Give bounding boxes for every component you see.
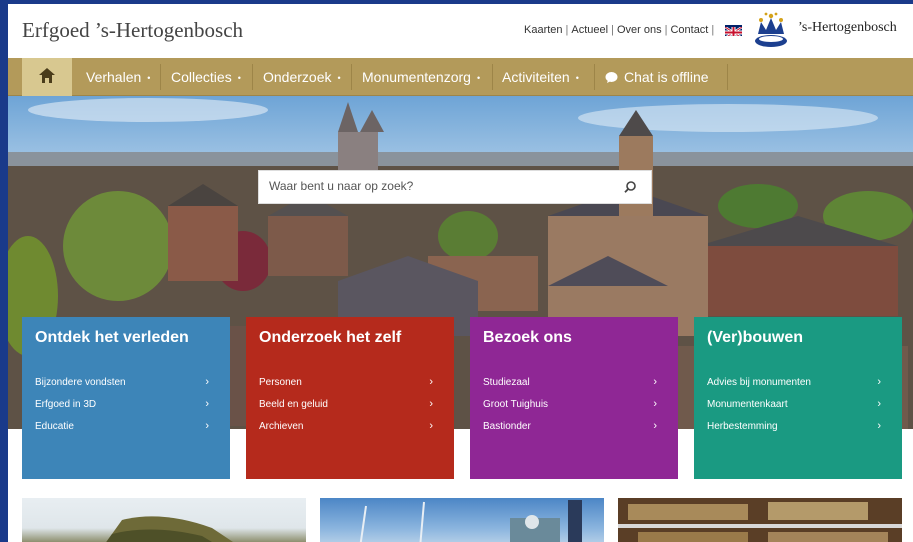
nav-item-onderzoek[interactable]: Onderzoek • — [253, 58, 341, 96]
card-link[interactable]: Studiezaal › — [483, 376, 665, 399]
card-link[interactable]: Bijzondere vondsten › — [35, 376, 217, 399]
uk-flag-icon[interactable] — [725, 25, 742, 36]
card-link-label: Herbestemming — [707, 421, 778, 432]
card-link[interactable]: Erfgoed in 3D › — [35, 398, 217, 421]
separator: | — [565, 24, 569, 36]
chat-status-button[interactable]: Chat is offline — [595, 58, 709, 96]
card-onderzoek-het-zelf: Onderzoek het zelf Personen › Beeld en ge… — [246, 317, 454, 479]
home-icon — [39, 68, 55, 83]
card-link[interactable]: Bastionder › — [483, 420, 665, 443]
card-bezoek-ons: Bezoek ons Studiezaal › Groot Tuighuis › B… — [470, 317, 678, 479]
chevron-right-icon: › — [877, 420, 881, 432]
thumbnail-image[interactable] — [22, 498, 306, 542]
card-link[interactable]: Monumentenkaart › — [707, 398, 889, 421]
card-title[interactable]: Onderzoek het zelf — [259, 329, 401, 347]
card-link[interactable]: Advies bij monumenten › — [707, 376, 889, 399]
search-input[interactable] — [269, 179, 619, 193]
city-crown-logo-icon[interactable] — [750, 8, 792, 55]
card-link-label: Studiezaal — [483, 377, 530, 388]
nav-label: Onderzoek — [263, 69, 332, 85]
chat-label: Chat is offline — [624, 69, 709, 85]
card-link-label: Advies bij monumenten — [707, 377, 811, 388]
browser-page: Erfgoed ’s-Hertogenbosch Kaarten | Actueel… — [8, 4, 913, 542]
chevron-right-icon: › — [877, 376, 881, 388]
chevron-right-icon: › — [653, 420, 657, 432]
archive-thumbnail-illustration — [618, 498, 902, 542]
card-title[interactable]: (Ver)bouwen — [707, 329, 803, 347]
nav-home-button[interactable] — [22, 58, 72, 96]
nav-label: Collecties — [171, 69, 232, 85]
card-title[interactable]: Bezoek ons — [483, 329, 572, 347]
nav-item-activiteiten[interactable]: Activiteiten • — [492, 58, 579, 96]
dropdown-dot-icon: • — [337, 73, 341, 84]
nav-item-verhalen[interactable]: Verhalen • — [76, 58, 150, 96]
card-link-label: Bastionder — [483, 421, 531, 432]
chevron-right-icon: › — [429, 420, 433, 432]
chevron-right-icon: › — [205, 376, 209, 388]
chevron-right-icon: › — [653, 398, 657, 410]
separator: | — [611, 24, 614, 36]
link-actueel[interactable]: Actueel — [571, 24, 608, 36]
chevron-right-icon: › — [653, 376, 657, 388]
search-icon[interactable] — [623, 180, 637, 194]
card-link[interactable]: Beeld en geluid › — [259, 398, 441, 421]
nav-label: Activiteiten — [502, 69, 570, 85]
brand-name[interactable]: ’s-Hertogenbosch — [798, 20, 897, 36]
card-link-list: Studiezaal › Groot Tuighuis › Bastionder › — [483, 376, 665, 443]
card-link-label: Erfgoed in 3D — [35, 399, 97, 410]
chevron-right-icon: › — [205, 398, 209, 410]
separator: | — [664, 24, 668, 36]
card-ontdek-het-verleden: Ontdek het verleden Bijzondere vondsten ›… — [22, 317, 230, 479]
card-link-list: Personen › Beeld en geluid › Archieven › — [259, 376, 441, 443]
landscape-thumbnail-illustration — [106, 516, 233, 542]
chevron-right-icon: › — [429, 398, 433, 410]
nav-item-monumentenzorg[interactable]: Monumentenzorg • — [352, 58, 480, 96]
card-title[interactable]: Ontdek het verleden — [35, 329, 189, 347]
thumbnail-image[interactable] — [320, 498, 604, 542]
card-link-label: Groot Tuighuis — [483, 399, 549, 410]
utility-links: Kaarten | Actueel | Over ons | Contact | — [524, 24, 717, 36]
card-link-label: Educatie — [35, 421, 74, 432]
dropdown-dot-icon: • — [237, 73, 241, 84]
card-link[interactable]: Personen › — [259, 376, 441, 399]
building-thumbnail-illustration — [359, 500, 582, 542]
card-link-label: Archieven — [259, 421, 304, 432]
nav-label: Verhalen — [86, 69, 142, 85]
search-box — [258, 170, 652, 204]
card-link[interactable]: Groot Tuighuis › — [483, 398, 665, 421]
chevron-right-icon: › — [205, 420, 209, 432]
nav-item-collecties[interactable]: Collecties • — [161, 58, 241, 96]
chat-bubble-icon — [605, 72, 618, 83]
site-title[interactable]: Erfgoed ’s-Hertogenbosch — [22, 18, 243, 43]
card-link[interactable]: Archieven › — [259, 420, 441, 443]
card-link-label: Personen — [259, 377, 302, 388]
dropdown-dot-icon: • — [147, 73, 151, 84]
link-contact[interactable]: Contact — [670, 24, 708, 36]
card-link[interactable]: Educatie › — [35, 420, 217, 443]
link-over-ons[interactable]: Over ons — [617, 24, 662, 36]
chevron-right-icon: › — [429, 376, 433, 388]
card-link-label: Monumentenkaart — [707, 399, 788, 410]
card-link-label: Beeld en geluid — [259, 399, 328, 410]
card-link-list: Bijzondere vondsten › Erfgoed in 3D › Educ… — [35, 376, 217, 443]
card-link[interactable]: Herbestemming › — [707, 420, 889, 443]
main-nav: Verhalen • Collecties • Onderzoek • Monumen… — [8, 58, 913, 96]
separator: | — [711, 24, 715, 36]
dropdown-dot-icon: • — [575, 73, 579, 84]
link-kaarten[interactable]: Kaarten — [524, 24, 563, 36]
card-link-list: Advies bij monumenten › Monumentenkaart › … — [707, 376, 889, 443]
dropdown-dot-icon: • — [476, 73, 481, 84]
nav-label: Monumentenzorg — [362, 69, 471, 85]
nav-divider — [727, 64, 728, 90]
card-link-label: Bijzondere vondsten — [35, 377, 126, 388]
thumbnail-image[interactable] — [618, 498, 902, 542]
top-bar: Erfgoed ’s-Hertogenbosch Kaarten | Actueel… — [8, 4, 913, 58]
card-verbouwen: (Ver)bouwen Advies bij monumenten › Monum… — [694, 317, 902, 479]
chevron-right-icon: › — [877, 398, 881, 410]
